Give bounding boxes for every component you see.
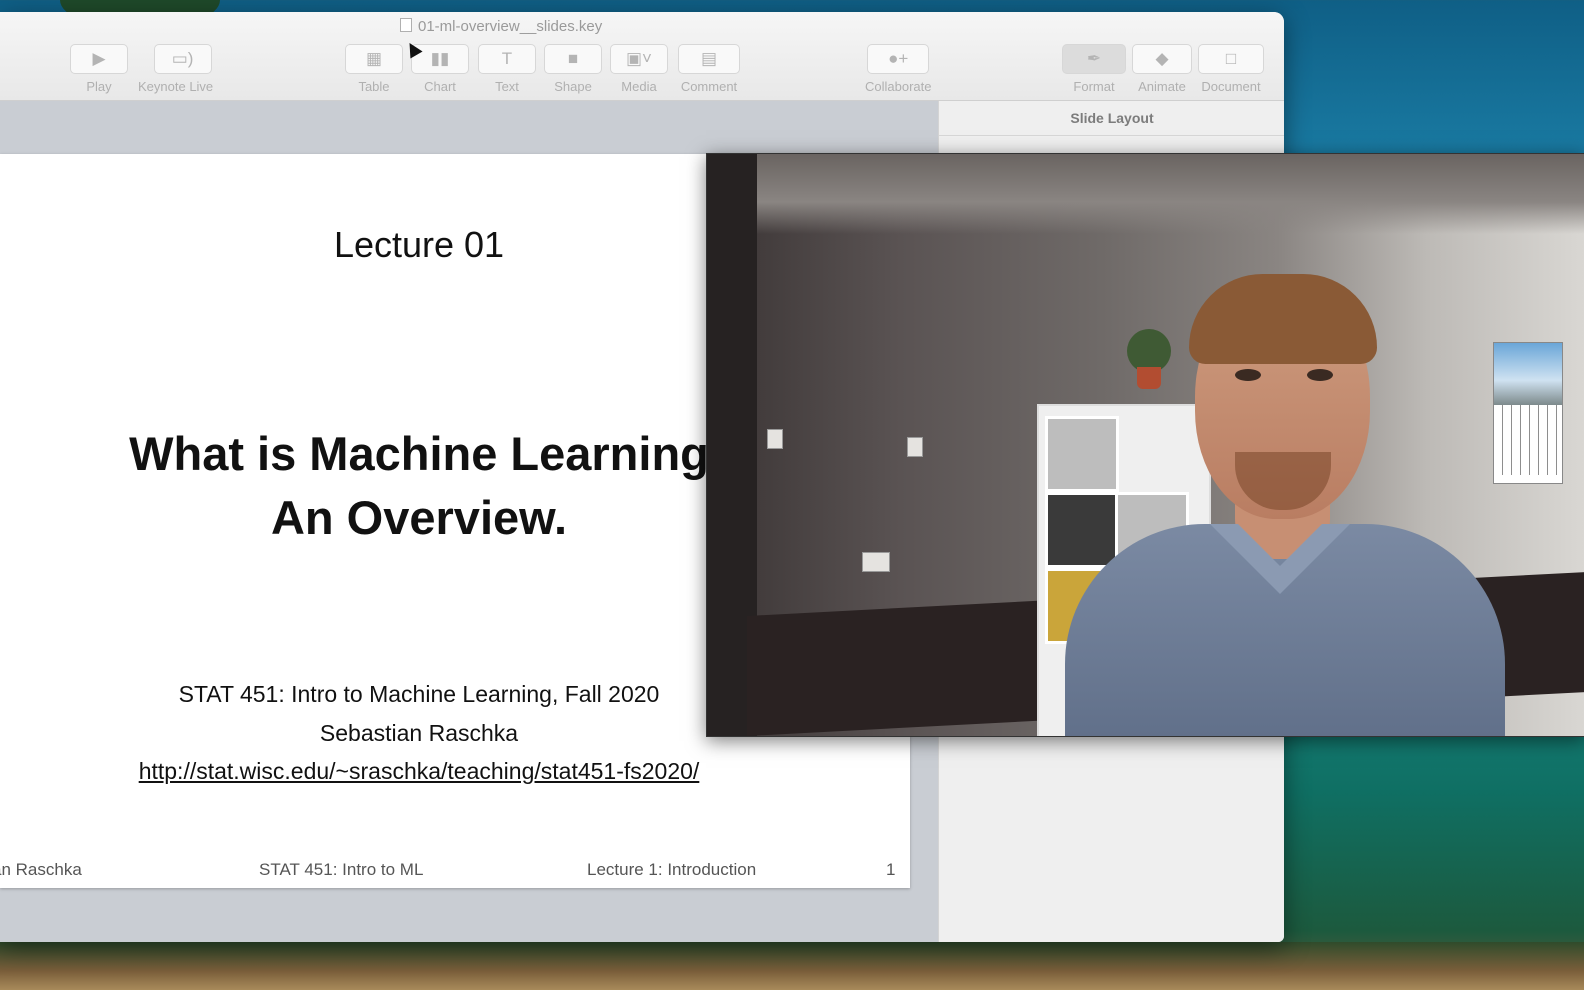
comment-icon: ▤ <box>678 44 740 74</box>
keynote-live-button[interactable]: ▭) Keynote Live <box>138 44 213 94</box>
format-brush-icon: ✒ <box>1062 44 1126 74</box>
keynote-live-icon: ▭) <box>153 44 212 74</box>
media-label: Media <box>621 79 657 94</box>
slide-footer-lecture: Lecture 1: Introduction <box>587 860 757 879</box>
shape-icon: ■ <box>544 44 602 74</box>
slide-footer-course: STAT 451: Intro to ML <box>259 860 424 879</box>
media-icon: ▣˅ <box>610 44 668 74</box>
collaborate-label: Collaborate <box>865 79 932 94</box>
table-button[interactable]: ▦ Table <box>345 44 403 94</box>
media-button[interactable]: ▣˅ Media <box>610 44 668 94</box>
play-label: Play <box>86 79 112 94</box>
webcam-wall-outlet <box>767 429 783 449</box>
slide-footer-page-number: 1 <box>886 860 896 879</box>
text-label: Text <box>495 79 519 94</box>
document-file-icon <box>400 18 412 32</box>
table-icon: ▦ <box>345 44 403 74</box>
text-button[interactable]: T Text <box>478 44 536 94</box>
comment-button[interactable]: ▤ Comment <box>678 44 740 94</box>
inspector-tab-slide-layout[interactable]: Slide Layout <box>939 101 1284 136</box>
slide-url-link[interactable]: http://stat.wisc.edu/~sraschka/teaching/… <box>0 758 838 785</box>
play-button[interactable]: ▶ Play <box>70 44 128 94</box>
shape-label: Shape <box>554 79 592 94</box>
animate-label: Animate <box>1138 79 1186 94</box>
document-button[interactable]: □ Document <box>1198 44 1264 94</box>
table-label: Table <box>358 79 390 94</box>
shape-button[interactable]: ■ Shape <box>544 44 602 94</box>
animate-icon: ◆ <box>1132 44 1192 74</box>
toolbar: 01-ml-overview__slides.key ▶ Play ▭) Key… <box>0 12 1284 101</box>
desktop-wallpaper-shore <box>0 942 1584 990</box>
animate-button[interactable]: ◆ Animate <box>1132 44 1192 94</box>
chart-label: Chart <box>424 79 456 94</box>
keynote-live-label: Keynote Live <box>138 79 214 94</box>
slide-footer-author: an Raschka <box>0 860 82 879</box>
document-icon: □ <box>1198 44 1264 74</box>
webcam-wall-socket <box>862 552 890 572</box>
collaborate-icon: ●+ <box>867 44 930 74</box>
window-title-text: 01-ml-overview__slides.key <box>418 18 603 35</box>
collaborate-button[interactable]: ●+ Collaborate <box>865 44 932 94</box>
webcam-video-overlay <box>706 153 1584 737</box>
play-icon: ▶ <box>70 44 128 74</box>
presenter-person <box>1045 274 1525 736</box>
webcam-room-ceiling <box>707 154 1584 234</box>
format-button[interactable]: ✒ Format <box>1062 44 1126 94</box>
window-title: 01-ml-overview__slides.key <box>400 18 602 35</box>
document-label: Document <box>1201 79 1261 94</box>
comment-label: Comment <box>680 79 738 94</box>
webcam-wall-switch <box>907 437 923 457</box>
format-label: Format <box>1073 79 1115 94</box>
text-icon: T <box>478 44 536 74</box>
